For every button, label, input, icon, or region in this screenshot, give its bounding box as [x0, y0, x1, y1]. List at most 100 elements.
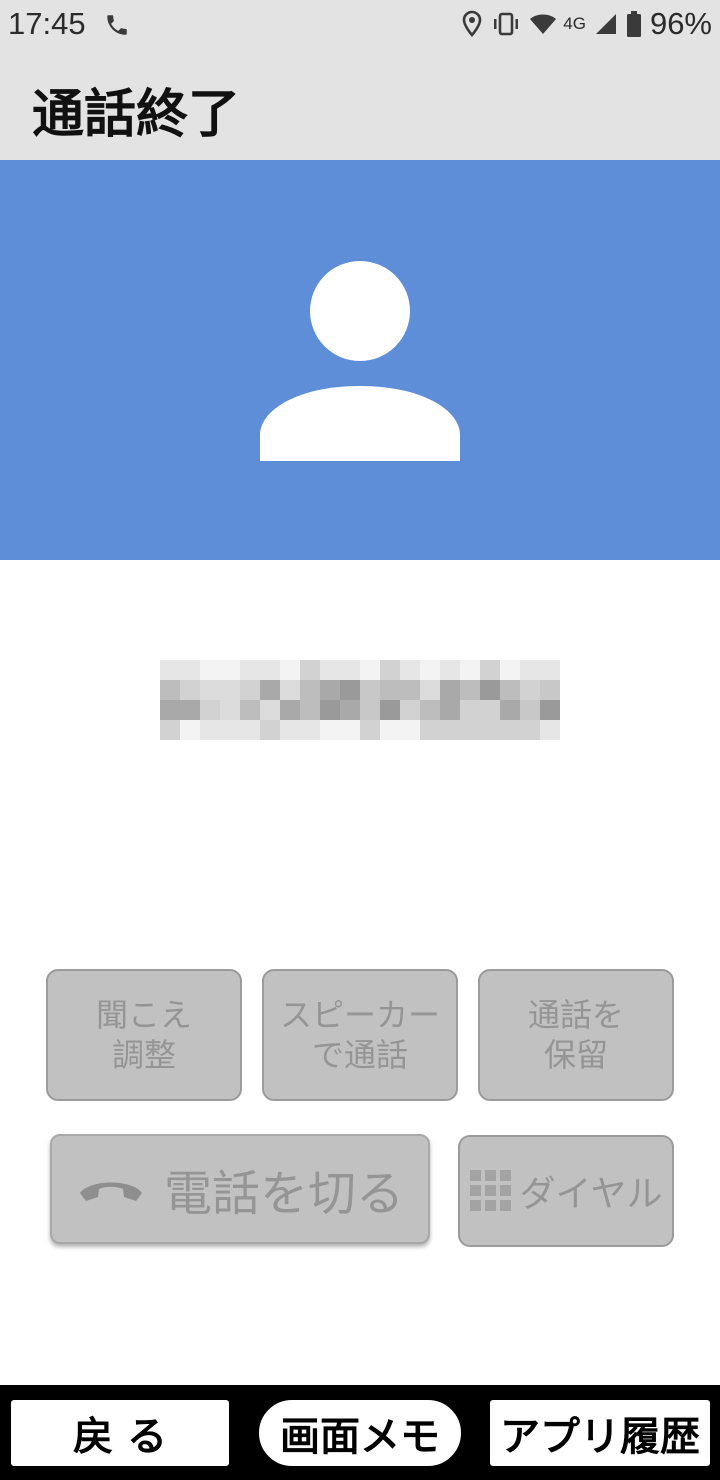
- hang-up-button[interactable]: 電話を切る: [50, 1134, 430, 1244]
- status-bar: 17:45 4G 96%: [0, 0, 720, 50]
- redaction-pixel: [260, 680, 280, 700]
- redaction-pixel: [480, 660, 500, 680]
- screen-memo-button[interactable]: 画面メモ: [256, 1397, 464, 1469]
- redaction-pixel: [540, 660, 560, 680]
- redaction-pixel: [480, 680, 500, 700]
- phone-icon: [107, 15, 127, 35]
- location-icon: [462, 10, 482, 37]
- redaction-pixel: [240, 680, 260, 700]
- redaction-pixel: [200, 660, 220, 680]
- hold-button[interactable]: 通話を 保留: [478, 969, 674, 1101]
- redaction-pixel: [540, 680, 560, 700]
- redaction-pixel: [360, 680, 380, 700]
- redaction-pixel: [180, 700, 200, 720]
- volume-adjust-label: 聞こえ 調整: [95, 996, 192, 1074]
- redaction-pixel: [240, 700, 260, 720]
- contact-banner: [0, 160, 720, 560]
- redaction-pixel: [420, 720, 440, 740]
- hang-up-icon: [79, 1182, 142, 1201]
- volume-adjust-button[interactable]: 聞こえ 調整: [46, 969, 242, 1101]
- redaction-pixel: [280, 680, 300, 700]
- redaction-pixel: [160, 660, 180, 680]
- redaction-pixel: [180, 660, 200, 680]
- status-icons: 4G 96%: [461, 6, 712, 42]
- redaction-pixel: [180, 680, 200, 700]
- redaction-pixel: [280, 700, 300, 720]
- redaction-pixel: [340, 660, 360, 680]
- dialpad-icon: [469, 1170, 511, 1211]
- redaction-pixel: [540, 720, 560, 740]
- redaction-pixel: [380, 680, 400, 700]
- redaction-pixel: [160, 680, 180, 700]
- redaction-pixel: [380, 660, 400, 680]
- redaction-pixel: [400, 660, 420, 680]
- redaction-pixel: [300, 660, 320, 680]
- speaker-label: スピーカー で通話: [279, 996, 440, 1074]
- redaction-pixel: [320, 720, 340, 740]
- screen-memo-label: 画面メモ: [280, 1414, 440, 1460]
- redaction-pixel: [180, 720, 200, 740]
- redaction-pixel: [440, 700, 460, 720]
- page-title: 通話終了: [32, 85, 241, 145]
- redaction-pixel: [260, 700, 280, 720]
- redaction-pixel: [260, 660, 280, 680]
- redaction-pixel: [500, 700, 520, 720]
- redaction-pixel: [380, 700, 400, 720]
- back-label: 戻 る: [73, 1414, 167, 1460]
- redaction-pixel: [480, 700, 500, 720]
- wifi-icon: [530, 14, 557, 34]
- person-icon: [260, 261, 460, 461]
- redaction-pixel: [220, 660, 240, 680]
- dial-pad-button[interactable]: ダイヤル: [458, 1135, 674, 1247]
- app-bar: 通話終了: [0, 50, 720, 160]
- back-button[interactable]: 戻 る: [8, 1397, 232, 1469]
- redaction-pixel: [320, 700, 340, 720]
- redaction-pixel: [340, 700, 360, 720]
- hang-up-label: 電話を切る: [163, 1166, 404, 1222]
- network-type: 4G: [563, 14, 586, 33]
- redaction-pixel: [400, 680, 420, 700]
- redaction-pixel: [420, 700, 440, 720]
- redaction-pixel: [240, 720, 260, 740]
- caller-number-redacted: [160, 660, 560, 740]
- redaction-pixel: [280, 720, 300, 740]
- redaction-pixel: [400, 700, 420, 720]
- redaction-pixel: [320, 660, 340, 680]
- redaction-pixel: [220, 680, 240, 700]
- battery-percent: 96%: [649, 6, 712, 41]
- redaction-pixel: [340, 680, 360, 700]
- redaction-pixel: [360, 720, 380, 740]
- redaction-pixel: [440, 660, 460, 680]
- redaction-pixel: [540, 700, 560, 720]
- redaction-pixel: [520, 720, 540, 740]
- redaction-pixel: [220, 700, 240, 720]
- redaction-pixel: [520, 700, 540, 720]
- redaction-pixel: [240, 660, 260, 680]
- hold-label: 通話を 保留: [527, 996, 624, 1074]
- status-time: 17:45: [8, 6, 86, 41]
- redaction-pixel: [380, 720, 400, 740]
- signal-icon: [595, 14, 616, 34]
- redaction-pixel: [460, 680, 480, 700]
- redaction-pixel: [340, 720, 360, 740]
- vibrate-icon: [494, 12, 519, 36]
- redaction-pixel: [300, 720, 320, 740]
- redaction-pixel: [460, 700, 480, 720]
- redaction-pixel: [360, 700, 380, 720]
- redaction-pixel: [160, 720, 180, 740]
- navigation-bar: 戻 る 画面メモ アプリ履歴: [0, 1385, 720, 1480]
- redaction-pixel: [400, 720, 420, 740]
- app-history-label: アプリ履歴: [500, 1414, 700, 1460]
- redaction-pixel: [520, 660, 540, 680]
- app-history-button[interactable]: アプリ履歴: [487, 1397, 713, 1469]
- redaction-pixel: [200, 680, 220, 700]
- speaker-button[interactable]: スピーカー で通話: [262, 969, 458, 1101]
- redaction-pixel: [500, 680, 520, 700]
- redaction-pixel: [460, 720, 480, 740]
- redaction-pixel: [280, 660, 300, 680]
- redaction-pixel: [440, 720, 460, 740]
- redaction-pixel: [360, 660, 380, 680]
- redaction-pixel: [320, 680, 340, 700]
- redaction-pixel: [460, 660, 480, 680]
- redaction-pixel: [440, 680, 460, 700]
